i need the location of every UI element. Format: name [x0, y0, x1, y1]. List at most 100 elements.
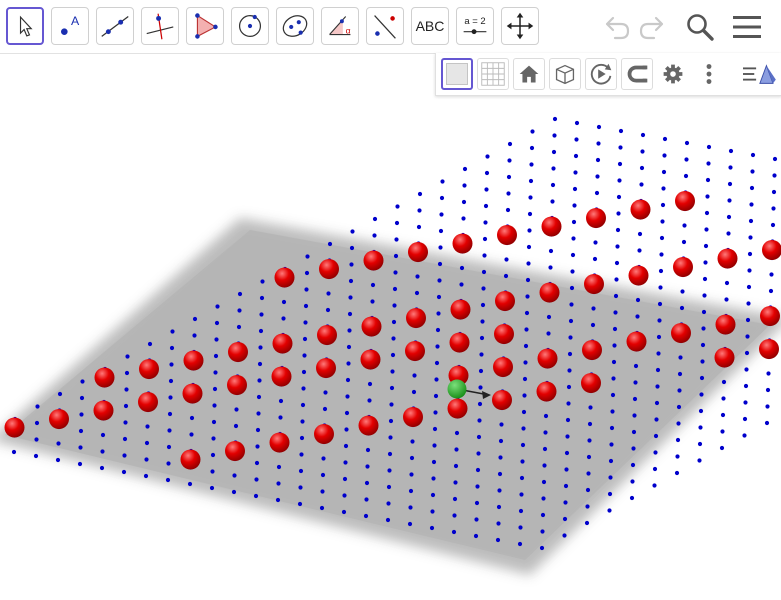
red-sphere[interactable] — [715, 314, 736, 335]
lattice-point — [608, 475, 613, 480]
standard-view-button[interactable] — [513, 58, 545, 90]
red-sphere[interactable] — [536, 381, 557, 402]
red-sphere[interactable] — [762, 240, 781, 260]
red-sphere[interactable] — [183, 350, 204, 371]
red-sphere[interactable] — [228, 342, 248, 362]
graphics-3d-view[interactable] — [0, 95, 781, 600]
red-sphere[interactable] — [539, 282, 560, 303]
red-sphere[interactable] — [316, 358, 336, 378]
red-sphere[interactable] — [449, 332, 470, 353]
red-sphere[interactable] — [49, 409, 69, 429]
point-tool[interactable]: A — [51, 7, 89, 45]
lattice-point — [346, 361, 351, 366]
point-label-icon: A — [61, 14, 80, 35]
red-sphere[interactable] — [759, 339, 779, 359]
red-sphere[interactable] — [671, 323, 691, 343]
red-sphere[interactable] — [405, 341, 425, 361]
lattice-point — [231, 489, 237, 495]
settings-button[interactable] — [657, 58, 689, 90]
red-sphere[interactable] — [317, 325, 337, 345]
reflect-tool[interactable] — [366, 7, 404, 45]
red-sphere[interactable] — [673, 257, 693, 277]
line-tool[interactable] — [96, 7, 134, 45]
conic-tool[interactable] — [276, 7, 314, 45]
style-bar-toggle[interactable] — [738, 58, 778, 90]
lattice-point — [704, 227, 709, 232]
red-sphere[interactable] — [182, 383, 203, 404]
view-direction-button[interactable] — [549, 58, 581, 90]
red-sphere[interactable] — [269, 432, 290, 453]
point-tool-label: A — [71, 14, 80, 28]
red-sphere[interactable] — [319, 259, 339, 279]
red-sphere[interactable] — [403, 407, 423, 427]
magnet-toggle[interactable] — [621, 58, 653, 90]
red-sphere[interactable] — [537, 348, 558, 369]
red-sphere[interactable] — [93, 400, 114, 421]
red-sphere[interactable] — [227, 375, 247, 395]
red-sphere[interactable] — [714, 347, 735, 368]
red-sphere[interactable] — [314, 424, 334, 444]
red-sphere[interactable] — [272, 333, 293, 354]
red-sphere[interactable] — [760, 306, 780, 326]
polygon-tool[interactable] — [186, 7, 224, 45]
red-sphere[interactable] — [361, 316, 382, 337]
red-sphere[interactable] — [406, 308, 426, 328]
rotate-view-button[interactable] — [585, 58, 617, 90]
red-sphere[interactable] — [494, 324, 514, 344]
red-sphere[interactable] — [586, 208, 606, 228]
grid-toggle[interactable] — [477, 58, 509, 90]
lattice-point — [772, 173, 777, 178]
red-sphere[interactable] — [274, 267, 295, 288]
red-sphere[interactable] — [408, 242, 428, 262]
slider-tool[interactable]: a = 2 — [456, 7, 494, 45]
center-point[interactable] — [447, 379, 467, 399]
red-sphere[interactable] — [360, 349, 381, 370]
red-sphere[interactable] — [138, 392, 158, 412]
lattice-point — [210, 452, 216, 458]
red-sphere[interactable] — [447, 398, 468, 419]
red-sphere[interactable] — [675, 191, 695, 211]
search-button[interactable] — [681, 8, 719, 46]
lattice-point — [771, 189, 777, 195]
red-sphere[interactable] — [497, 225, 517, 245]
lattice-point — [765, 387, 771, 393]
angle-tool[interactable]: α — [321, 7, 359, 45]
lattice-point — [546, 331, 551, 336]
lattice-point — [593, 240, 598, 245]
lattice-point — [525, 277, 531, 283]
red-sphere[interactable] — [363, 250, 384, 271]
red-sphere[interactable] — [584, 274, 604, 294]
red-sphere[interactable] — [717, 248, 738, 269]
lattice-point — [278, 415, 283, 420]
undo-button[interactable] — [597, 8, 635, 46]
plane-toggle[interactable] — [441, 58, 473, 90]
lattice-point — [122, 453, 127, 458]
red-sphere[interactable] — [628, 265, 649, 286]
red-sphere[interactable] — [180, 449, 201, 470]
red-sphere[interactable] — [581, 373, 601, 393]
red-sphere[interactable] — [582, 340, 602, 360]
red-sphere[interactable] — [139, 359, 159, 379]
red-sphere[interactable] — [541, 216, 562, 237]
move-tool[interactable] — [6, 7, 44, 45]
red-sphere[interactable] — [630, 199, 651, 220]
more-options-button[interactable] — [693, 58, 725, 90]
red-sphere[interactable] — [4, 417, 25, 438]
red-sphere[interactable] — [452, 233, 473, 254]
red-sphere[interactable] — [94, 367, 115, 388]
red-sphere[interactable] — [271, 366, 292, 387]
red-sphere[interactable] — [225, 441, 245, 461]
menu-button[interactable] — [728, 8, 766, 46]
red-sphere[interactable] — [495, 291, 515, 311]
red-sphere[interactable] — [358, 415, 379, 436]
move-graphics-tool[interactable] — [501, 7, 539, 45]
red-sphere[interactable] — [492, 390, 512, 410]
redo-button[interactable] — [634, 8, 672, 46]
red-sphere[interactable] — [450, 299, 471, 320]
red-sphere[interactable] — [493, 357, 513, 377]
lattice-point — [347, 328, 352, 333]
text-tool[interactable]: ABC — [411, 7, 449, 45]
circle-tool[interactable] — [231, 7, 269, 45]
red-sphere[interactable] — [626, 331, 647, 352]
perpendicular-line-tool[interactable] — [141, 7, 179, 45]
